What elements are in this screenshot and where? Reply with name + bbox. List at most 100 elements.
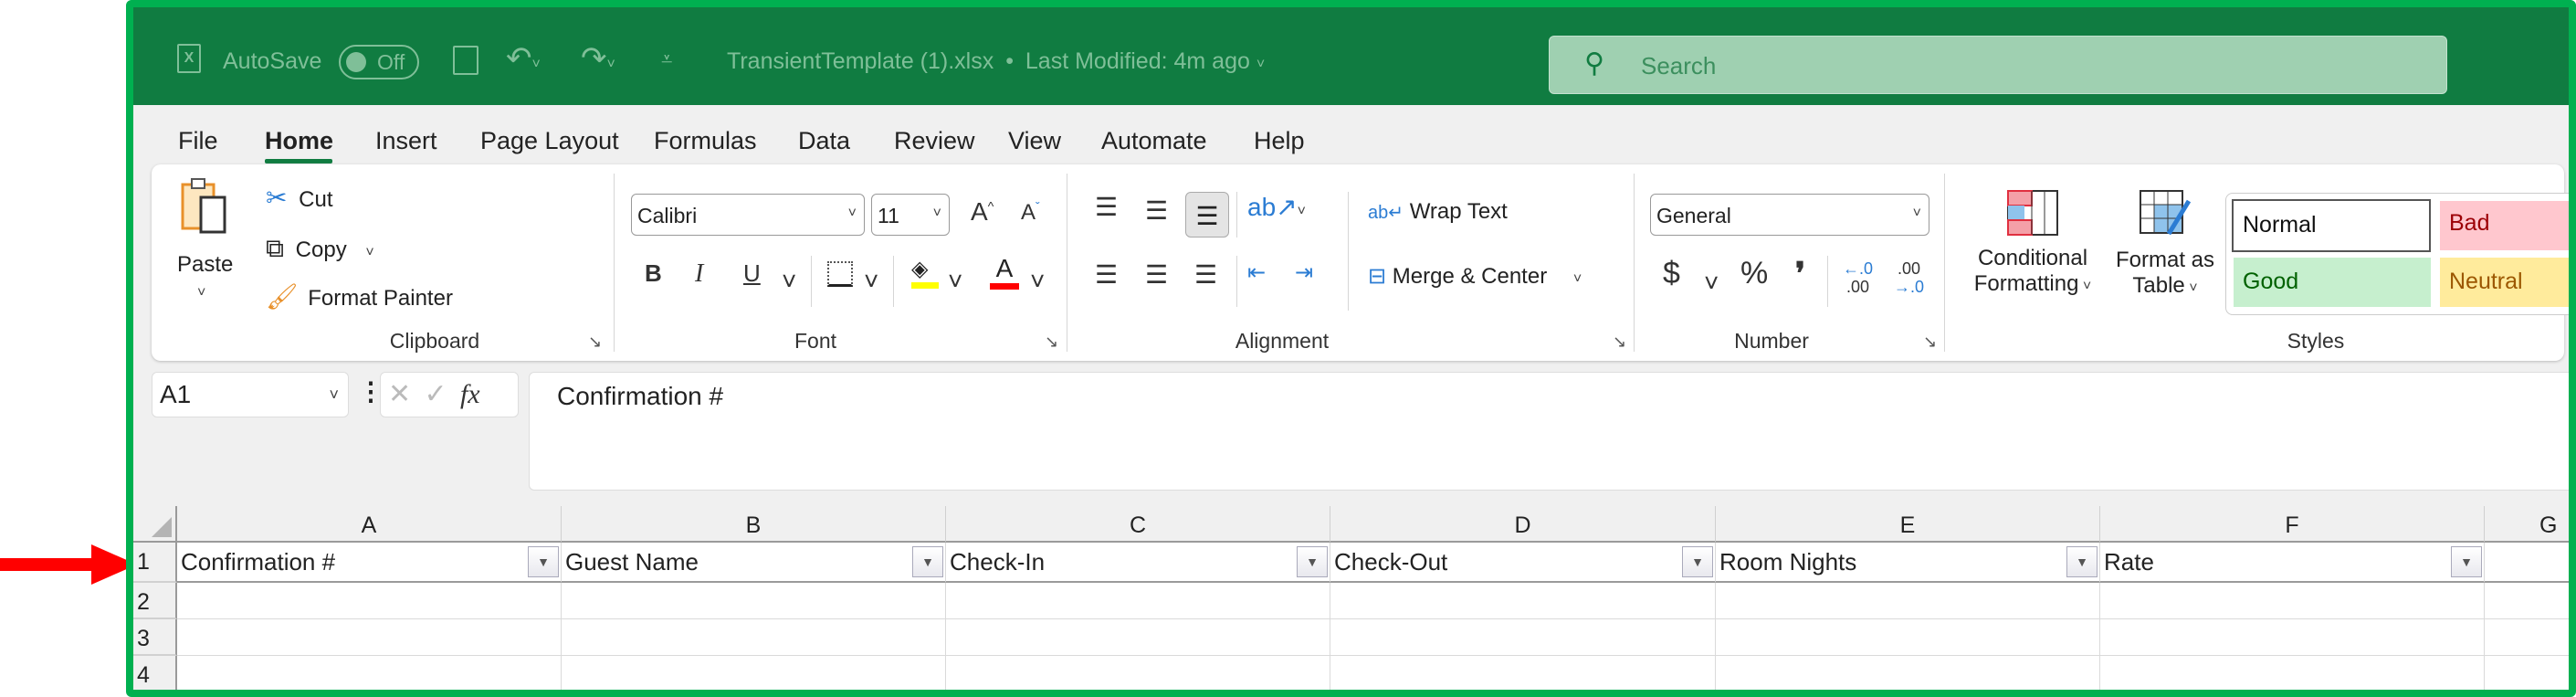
filter-dropdown-button[interactable]: ▼ <box>1297 546 1328 577</box>
cell-e1[interactable]: Room Nights ▼ <box>1716 543 2100 583</box>
cell-c1[interactable]: Check-In ▼ <box>946 543 1330 583</box>
style-neutral[interactable]: Neutral <box>2440 258 2569 307</box>
column-header-d[interactable]: D <box>1330 506 1716 543</box>
increase-font-size-button[interactable]: A^ <box>971 197 994 227</box>
filter-dropdown-button[interactable]: ▼ <box>912 546 943 577</box>
tab-view[interactable]: View <box>1008 127 1061 155</box>
insert-function-button[interactable]: fx <box>460 379 480 409</box>
row-header-3[interactable]: 3 <box>133 619 177 656</box>
font-name-select[interactable]: Calibri ˅ <box>631 194 865 236</box>
fill-color-button[interactable]: ◈ <box>911 256 939 289</box>
search-box[interactable]: ⚲ Search <box>1549 36 2447 94</box>
name-box[interactable]: A1 ˅ <box>152 372 349 417</box>
italic-button[interactable]: I <box>695 259 703 289</box>
cell-a4[interactable] <box>177 656 562 690</box>
decrease-font-size-button[interactable]: Aˇ <box>1021 199 1040 226</box>
cell-f3[interactable] <box>2100 619 2485 656</box>
cell-e4[interactable] <box>1716 656 2100 690</box>
align-middle-button[interactable]: ☰ <box>1145 195 1168 226</box>
font-launcher-icon[interactable]: ↘ <box>1045 333 1058 352</box>
cancel-icon[interactable]: ✕ <box>388 379 411 409</box>
redo-icon[interactable]: ↷˅ <box>581 40 615 77</box>
tab-automate[interactable]: Automate <box>1101 127 1207 155</box>
increase-decimal-button[interactable]: ←.0.00 <box>1843 259 1873 296</box>
cell-d4[interactable] <box>1330 656 1716 690</box>
align-left-button[interactable]: ☰ <box>1095 259 1118 290</box>
align-bottom-button[interactable]: ☰ <box>1185 192 1229 238</box>
cell-b3[interactable] <box>562 619 946 656</box>
tab-home[interactable]: Home <box>265 127 333 155</box>
cell-b1[interactable]: Guest Name ▼ <box>562 543 946 583</box>
bold-button[interactable]: B <box>645 259 662 288</box>
clipboard-launcher-icon[interactable]: ↘ <box>588 333 602 352</box>
tab-formulas[interactable]: Formulas <box>654 127 757 155</box>
cell-c2[interactable] <box>946 583 1330 619</box>
font-size-select[interactable]: 11 ˅ <box>871 194 950 236</box>
wrap-text-button[interactable]: ab↵ Wrap Text <box>1368 199 1508 225</box>
cell-f1[interactable]: Rate ▼ <box>2100 543 2485 583</box>
fill-color-dropdown-icon[interactable]: ˅ <box>948 267 962 296</box>
paste-button[interactable]: Paste ˅ <box>177 177 241 305</box>
tab-file[interactable]: File <box>178 127 218 155</box>
cell-g3[interactable] <box>2485 619 2569 656</box>
number-format-select[interactable]: General ˅ <box>1650 194 1929 236</box>
cell-d2[interactable] <box>1330 583 1716 619</box>
font-color-button[interactable]: A <box>990 254 1019 290</box>
column-header-e[interactable]: E <box>1716 506 2100 543</box>
column-header-a[interactable]: A <box>177 506 562 543</box>
alignment-launcher-icon[interactable]: ↘ <box>1613 333 1626 352</box>
cell-b2[interactable] <box>562 583 946 619</box>
row-header-1[interactable]: 1 <box>133 543 177 583</box>
filter-dropdown-button[interactable]: ▼ <box>2451 546 2482 577</box>
copy-button[interactable]: ⧉ Copy ˅ <box>266 234 374 264</box>
align-top-button[interactable]: ☰ <box>1095 192 1118 222</box>
tab-help[interactable]: Help <box>1254 127 1305 155</box>
column-header-c[interactable]: C <box>946 506 1330 543</box>
cell-a1[interactable]: Confirmation # ▼ <box>177 543 562 583</box>
tab-page-layout[interactable]: Page Layout <box>480 127 619 155</box>
comma-style-button[interactable]: ❜ <box>1795 256 1805 292</box>
cell-f4[interactable] <box>2100 656 2485 690</box>
document-title-button[interactable]: TransientTemplate (1).xlsx • Last Modifi… <box>727 48 1265 75</box>
cell-c3[interactable] <box>946 619 1330 656</box>
currency-button[interactable]: $ <box>1663 256 1680 291</box>
cell-g4[interactable] <box>2485 656 2569 690</box>
cell-d3[interactable] <box>1330 619 1716 656</box>
cell-b4[interactable] <box>562 656 946 690</box>
cell-g1[interactable] <box>2485 543 2569 583</box>
borders-button[interactable] <box>827 261 853 287</box>
filter-dropdown-button[interactable]: ▼ <box>528 546 559 577</box>
filter-dropdown-button[interactable]: ▼ <box>2066 546 2098 577</box>
conditional-formatting-button[interactable]: Conditional Formatting ˅ <box>1969 190 2097 297</box>
undo-icon[interactable]: ↶˅ <box>506 40 541 77</box>
customize-toolbar-icon[interactable]: ⩡ <box>661 48 672 71</box>
orientation-button[interactable]: ab↗˅ <box>1247 192 1306 222</box>
cell-c4[interactable] <box>946 656 1330 690</box>
font-color-dropdown-icon[interactable]: ˅ <box>1030 267 1045 296</box>
merge-center-button[interactable]: ⊟ Merge & Center ˅ <box>1368 263 1582 290</box>
row-header-4[interactable]: 4 <box>133 656 177 690</box>
formula-input[interactable]: Confirmation # <box>529 372 2569 491</box>
style-bad[interactable]: Bad <box>2440 201 2569 250</box>
row-header-2[interactable]: 2 <box>133 583 177 619</box>
format-as-table-button[interactable]: Format as Table ˅ <box>2110 190 2220 299</box>
tab-review[interactable]: Review <box>894 127 975 155</box>
cell-a2[interactable] <box>177 583 562 619</box>
autosave-toggle[interactable]: Off <box>339 45 419 79</box>
cell-f2[interactable] <box>2100 583 2485 619</box>
tab-data[interactable]: Data <box>798 127 850 155</box>
filter-dropdown-button[interactable]: ▼ <box>1682 546 1713 577</box>
underline-button[interactable]: U <box>743 259 761 288</box>
save-icon[interactable] <box>453 46 478 75</box>
cell-a3[interactable] <box>177 619 562 656</box>
cell-g2[interactable] <box>2485 583 2569 619</box>
style-normal[interactable]: Normal <box>2232 199 2431 252</box>
cell-d1[interactable]: Check-Out ▼ <box>1330 543 1716 583</box>
column-header-f[interactable]: F <box>2100 506 2485 543</box>
number-launcher-icon[interactable]: ↘ <box>1923 333 1937 352</box>
currency-dropdown-icon[interactable]: ˅ <box>1704 269 1719 298</box>
percent-button[interactable]: % <box>1740 256 1768 291</box>
cell-e2[interactable] <box>1716 583 2100 619</box>
align-center-button[interactable]: ☰ <box>1145 259 1168 290</box>
column-header-g[interactable]: G <box>2485 506 2569 543</box>
